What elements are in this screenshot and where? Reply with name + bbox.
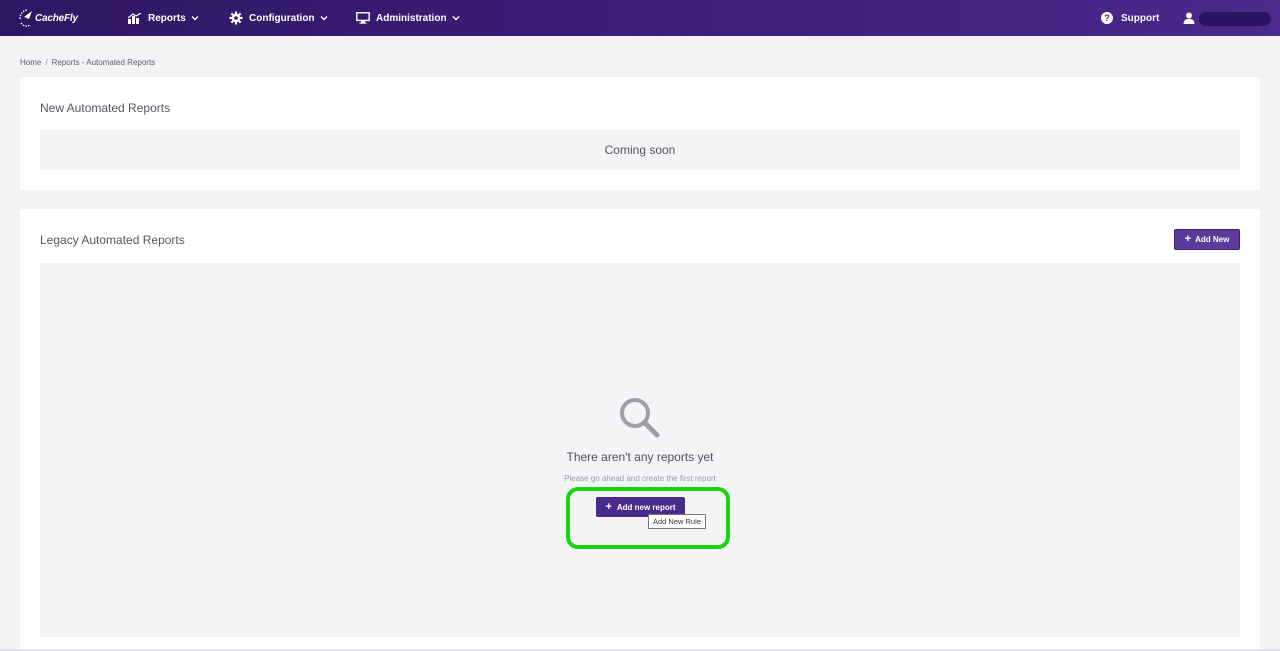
- plus-icon: +: [605, 500, 612, 513]
- support-link[interactable]: ? Support: [1101, 0, 1159, 36]
- cachefly-logo[interactable]: CacheFly: [18, 4, 80, 32]
- coming-soon-text: Coming soon: [604, 143, 676, 157]
- empty-state-panel: There aren't any reports yet Please go a…: [40, 263, 1240, 637]
- breadcrumb-current: Reports - Automated Reports: [51, 58, 156, 67]
- cachefly-logo-icon: [19, 9, 32, 27]
- add-new-label: Add New: [1195, 235, 1230, 244]
- breadcrumb-home[interactable]: Home: [20, 58, 41, 67]
- bar-chart-icon: [128, 12, 142, 24]
- empty-state-title: There aren't any reports yet: [566, 450, 714, 464]
- breadcrumb: Home / Reports - Automated Reports: [20, 58, 155, 67]
- monitor-icon: [356, 12, 370, 24]
- plus-icon: +: [1184, 233, 1192, 245]
- new-reports-title: New Automated Reports: [40, 101, 171, 115]
- user-account-menu[interactable]: [1199, 12, 1271, 26]
- support-label: Support: [1121, 12, 1160, 24]
- user-icon[interactable]: [1183, 12, 1195, 24]
- nav-administration-label: Administration: [376, 12, 447, 24]
- question-circle-icon: ?: [1101, 12, 1113, 24]
- nav-reports-label: Reports: [148, 12, 186, 24]
- nav-administration-menu[interactable]: Administration: [356, 0, 466, 36]
- top-navigation-bar: CacheFly Reports Configuration Administr…: [0, 0, 1280, 36]
- nav-configuration-label: Configuration: [249, 12, 315, 24]
- empty-state-subtitle: Please go ahead and create the first rep…: [564, 474, 716, 483]
- add-new-button[interactable]: + Add New: [1174, 229, 1240, 250]
- nav-configuration-menu[interactable]: Configuration: [229, 0, 334, 36]
- brand-name: CacheFly: [35, 12, 78, 24]
- legacy-automated-reports-card: Legacy Automated Reports + Add New There…: [20, 209, 1260, 649]
- chevron-down-icon: [191, 16, 199, 21]
- gear-icon: [229, 11, 243, 25]
- nav-reports-menu[interactable]: Reports: [128, 0, 205, 36]
- chevron-down-icon: [452, 16, 460, 21]
- tooltip: Add New Rule: [648, 514, 706, 529]
- search-icon: [620, 398, 660, 438]
- breadcrumb-separator: /: [45, 58, 48, 67]
- chevron-down-icon: [320, 16, 328, 21]
- add-new-report-label: Add new report: [616, 502, 676, 512]
- legacy-reports-title: Legacy Automated Reports: [40, 233, 185, 247]
- new-automated-reports-card: New Automated Reports Coming soon: [20, 77, 1260, 190]
- coming-soon-panel: Coming soon: [40, 130, 1240, 170]
